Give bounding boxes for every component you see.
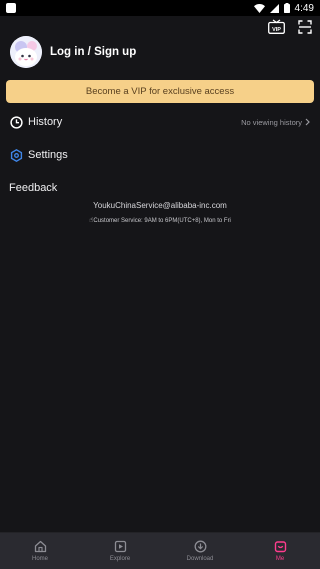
tab-home-label: Home [31,556,48,562]
settings-icon [10,148,23,162]
login-signup-link[interactable]: Log in / Sign up [50,46,136,58]
bottom-tab-bar: Home Explore Download Me [0,532,320,569]
menu-item-settings[interactable]: Settings [0,143,320,167]
history-status-text: No viewing history [241,117,302,127]
status-icons: 4:49 [253,2,314,14]
tab-me-label: Me [275,556,285,562]
tab-download-label: Download [186,556,214,562]
status-time: 4:49 [294,2,314,14]
avatar-icon [10,36,42,68]
vip-badge-text: VIP [272,27,281,33]
vip-card-icon[interactable]: VIP [268,19,285,34]
status-bar: 4:49 [0,0,320,16]
clock-icon [10,115,23,129]
home-icon [34,540,46,553]
feedback-title[interactable]: Feedback [9,182,57,194]
download-icon [194,540,206,553]
tab-me[interactable]: Me [240,533,320,569]
feedback-email: YoukuChinaService@alibaba-inc.com [93,201,227,210]
me-icon [274,541,286,553]
service-hours-text: Customer Service: 9AM to 6PM(UTC+8), Mon… [93,218,231,224]
vip-banner-button[interactable]: Become a VIP for exclusive access [6,80,314,103]
me-screen: 4:49 VIP Log in / Sign up Become a VIP f… [0,0,320,569]
menu-item-history[interactable]: History No viewing history [0,110,320,134]
history-label: History [28,116,63,128]
tab-explore[interactable]: Explore [80,533,160,569]
tab-home[interactable]: Home [0,533,80,569]
tab-download[interactable]: Download [160,533,240,569]
tab-explore-label: Explore [109,556,131,562]
feedback-service-hours: ☝Customer Service: 9AM to 6PM(UTC+8), Mo… [0,216,320,224]
profile-login[interactable]: Log in / Sign up [10,36,136,68]
header-actions: VIP [268,19,312,34]
signal-icon [269,3,279,13]
wifi-icon [253,3,265,13]
notification-icon [6,3,16,13]
avatar[interactable] [10,36,42,68]
chevron-right-icon [305,118,310,126]
settings-label: Settings [28,149,68,161]
battery-icon [283,3,290,13]
explore-icon [114,540,126,553]
scan-icon[interactable] [298,19,312,34]
history-status[interactable]: No viewing history [241,118,310,127]
